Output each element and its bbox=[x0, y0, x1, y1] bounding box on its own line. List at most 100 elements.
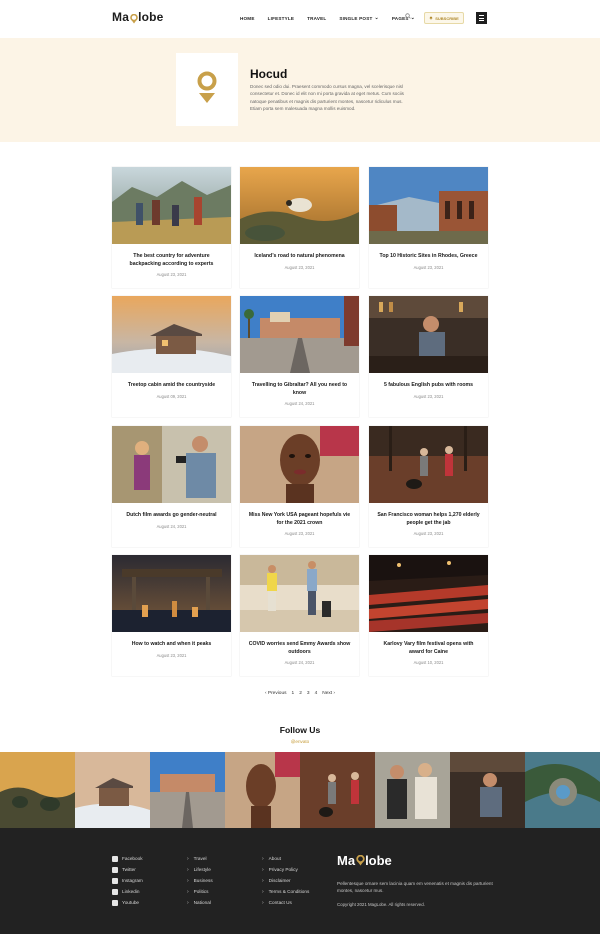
logo-pin-icon bbox=[129, 13, 138, 23]
post-card[interactable]: Karlovy Vary film festival opens with aw… bbox=[369, 555, 488, 676]
post-image-pub bbox=[369, 296, 488, 373]
site-footer: Facebook Twitter Instagram Linkedin Yout… bbox=[0, 828, 600, 934]
post-image-sheep bbox=[240, 167, 359, 244]
pagination-page-1[interactable]: 1 bbox=[292, 691, 295, 696]
post-card[interactable]: The best country for adventure backpacki… bbox=[112, 167, 231, 288]
post-title[interactable]: San Francisco woman helps 1,270 elderly … bbox=[377, 512, 480, 527]
post-title[interactable]: 5 fabulous English pubs with rooms bbox=[377, 382, 480, 390]
instagram-feed bbox=[0, 752, 600, 828]
chevron-down-icon: ⌄ bbox=[374, 15, 379, 21]
facebook-icon bbox=[112, 855, 118, 862]
menu-bar bbox=[479, 15, 484, 17]
youtube-icon bbox=[112, 899, 118, 906]
post-title[interactable]: COVID worries send Emmy Awards show outd… bbox=[248, 641, 351, 656]
twitter-icon bbox=[112, 866, 118, 873]
chevron-right-icon: › bbox=[187, 888, 189, 895]
logo-text-end: lobe bbox=[138, 10, 164, 24]
post-image-theater bbox=[369, 555, 488, 632]
linkedin-link[interactable]: Linkedin bbox=[112, 886, 143, 897]
post-card[interactable]: Top 10 Historic Sites in Rhodes, Greece … bbox=[369, 167, 488, 288]
post-title[interactable]: The best country for adventure backpacki… bbox=[120, 253, 223, 268]
pagination-page-3[interactable]: 3 bbox=[307, 691, 310, 696]
footer-category-link[interactable]: › Business bbox=[187, 875, 213, 886]
nav-pages[interactable]: PAGES ⌄ bbox=[392, 15, 415, 21]
instagram-link[interactable]: Instagram bbox=[112, 875, 143, 886]
pagination-next[interactable]: Next › bbox=[322, 691, 335, 696]
nav-lifestyle[interactable]: LIFESTYLE bbox=[268, 15, 295, 21]
main-nav: HOME LIFESTYLE TRAVEL SINGLE POST ⌄ PAGES… bbox=[240, 15, 428, 21]
post-date: August 10, 2021 bbox=[413, 660, 444, 666]
post-card[interactable]: 5 fabulous English pubs with rooms Augus… bbox=[369, 296, 488, 417]
instagram-tile[interactable] bbox=[300, 752, 375, 828]
youtube-link[interactable]: Youtube bbox=[112, 897, 143, 908]
chevron-right-icon: › bbox=[187, 899, 189, 906]
post-title[interactable]: Travelling to Gibraltar? All you need to… bbox=[248, 382, 351, 397]
pagination-prev[interactable]: ‹ Previous bbox=[265, 691, 287, 696]
instagram-tile[interactable] bbox=[225, 752, 300, 828]
post-title[interactable]: Dutch film awards go gender-neutral bbox=[120, 512, 223, 520]
nav-travel[interactable]: TRAVEL bbox=[307, 15, 326, 21]
footer-social-links: Facebook Twitter Instagram Linkedin Yout… bbox=[112, 853, 143, 908]
footer-category-link[interactable]: › Travel bbox=[187, 853, 213, 864]
post-title[interactable]: How to watch and when it peaks bbox=[120, 641, 223, 649]
footer-page-link[interactable]: › Privacy Policy bbox=[262, 864, 309, 875]
logo-text-start: Ma bbox=[337, 853, 356, 868]
menu-bar bbox=[479, 19, 484, 21]
pagination: ‹ Previous 1 2 3 4 Next › bbox=[0, 691, 600, 696]
post-title[interactable]: Karlovy Vary film festival opens with aw… bbox=[377, 641, 480, 656]
instagram-tile[interactable] bbox=[150, 752, 225, 828]
post-date: August 24, 2021 bbox=[156, 523, 187, 529]
site-header: Ma lobe HOME LIFESTYLE TRAVEL SINGLE POS… bbox=[0, 0, 600, 38]
post-date: August 23, 2021 bbox=[413, 531, 444, 537]
post-card[interactable]: How to watch and when it peaks August 23… bbox=[112, 555, 231, 676]
post-title[interactable]: Iceland’s road to natural phenomena bbox=[248, 253, 351, 261]
logo-text-end: lobe bbox=[365, 853, 392, 868]
facebook-link[interactable]: Facebook bbox=[112, 853, 143, 864]
footer-category-link[interactable]: › Lifestyle bbox=[187, 864, 213, 875]
chevron-right-icon: › bbox=[187, 866, 189, 873]
post-card[interactable]: Iceland’s road to natural phenomena Augu… bbox=[240, 167, 359, 288]
nav-single-post[interactable]: SINGLE POST ⌄ bbox=[339, 15, 378, 21]
post-card[interactable]: San Francisco woman helps 1,270 elderly … bbox=[369, 426, 488, 547]
hero-logo-card bbox=[176, 53, 238, 126]
footer-page-link[interactable]: › Terms & Conditions bbox=[262, 886, 309, 897]
instagram-tile[interactable] bbox=[0, 752, 75, 828]
post-card[interactable]: COVID worries send Emmy Awards show outd… bbox=[240, 555, 359, 676]
post-title[interactable]: Top 10 Historic Sites in Rhodes, Greece bbox=[377, 253, 480, 261]
footer-page-link[interactable]: › Disclaimer bbox=[262, 875, 309, 886]
subscribe-button[interactable]: SUBSCRIBE bbox=[424, 12, 464, 24]
footer-page-link[interactable]: › About bbox=[262, 853, 309, 864]
pagination-page-2[interactable]: 2 bbox=[299, 691, 302, 696]
chevron-right-icon: › bbox=[262, 877, 264, 884]
chevron-down-icon: ⌄ bbox=[410, 15, 416, 21]
post-title[interactable]: Treetop cabin amid the countryside bbox=[120, 382, 223, 390]
instagram-tile[interactable] bbox=[525, 752, 600, 828]
post-date: August 23, 2021 bbox=[413, 264, 444, 270]
chevron-right-icon: › bbox=[262, 899, 264, 906]
footer-category-link[interactable]: › National bbox=[187, 897, 213, 908]
footer-page-link[interactable]: › Contact Us bbox=[262, 897, 309, 908]
search-icon[interactable] bbox=[405, 13, 411, 21]
post-card[interactable]: Travelling to Gibraltar? All you need to… bbox=[240, 296, 359, 417]
instagram-tile[interactable] bbox=[75, 752, 150, 828]
hamburger-menu-button[interactable] bbox=[476, 12, 487, 24]
menu-bar bbox=[479, 17, 484, 19]
footer-category-link[interactable]: › Politics bbox=[187, 886, 213, 897]
twitter-link[interactable]: Twitter bbox=[112, 864, 143, 875]
post-card[interactable]: Dutch film awards go gender-neutral Augu… bbox=[112, 426, 231, 547]
site-logo[interactable]: Ma lobe bbox=[112, 10, 164, 24]
chevron-right-icon: › bbox=[262, 855, 264, 862]
instagram-tile[interactable] bbox=[450, 752, 525, 828]
pagination-page-4[interactable]: 4 bbox=[315, 691, 318, 696]
logo-pin-icon bbox=[355, 855, 365, 866]
post-image-elderly-walk bbox=[369, 426, 488, 503]
instagram-tile[interactable] bbox=[375, 752, 450, 828]
post-card[interactable]: Miss New York USA pageant hopefuls vie f… bbox=[240, 426, 359, 547]
footer-logo[interactable]: Ma lobe bbox=[337, 853, 392, 868]
post-card[interactable]: Treetop cabin amid the countryside Augus… bbox=[112, 296, 231, 417]
post-image-night-city bbox=[112, 555, 231, 632]
follow-handle[interactable]: @envato bbox=[0, 739, 600, 744]
post-title[interactable]: Miss New York USA pageant hopefuls vie f… bbox=[248, 512, 351, 527]
chevron-right-icon: › bbox=[262, 888, 264, 895]
nav-home[interactable]: HOME bbox=[240, 15, 255, 21]
